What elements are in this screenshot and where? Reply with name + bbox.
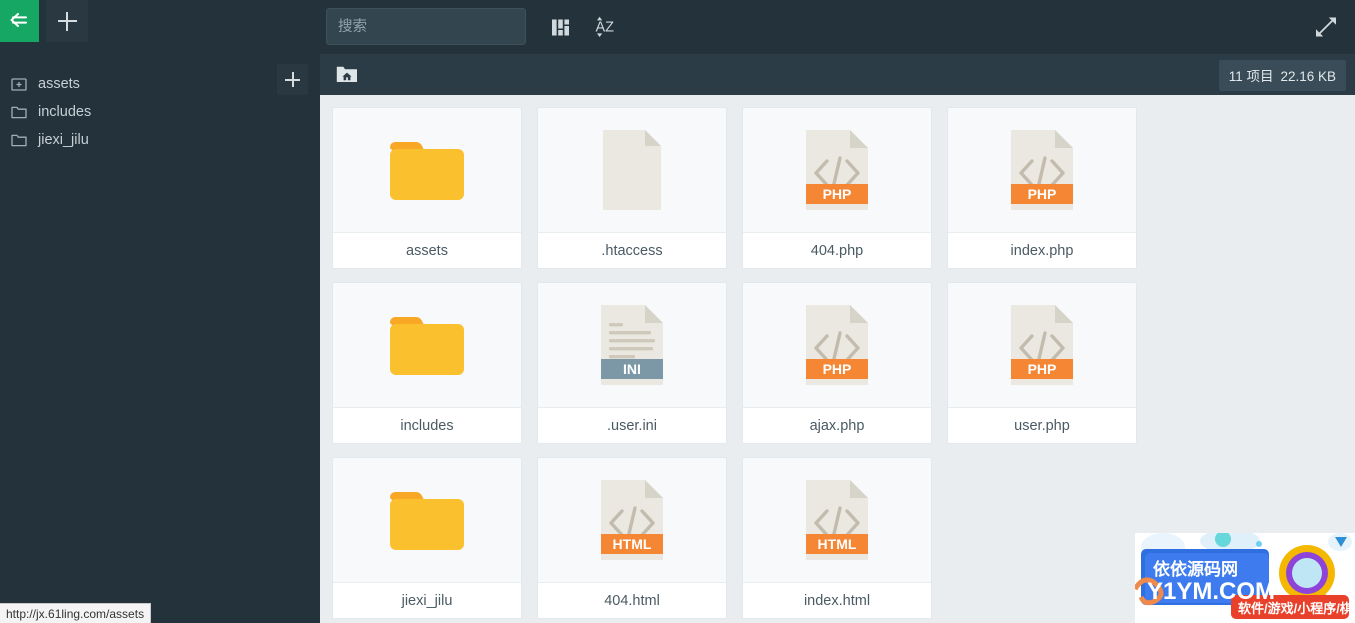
status-url: http://jx.61ling.com/assets [6, 606, 145, 621]
svg-text:PHP: PHP [1028, 361, 1057, 377]
item-count: 11 项目 [1228, 69, 1274, 84]
file-tile-icon: PHP [948, 283, 1136, 407]
file-tile-label: .user.ini [538, 407, 726, 443]
file-tile-icon: PHP [743, 108, 931, 232]
file-tile-label: 404.html [538, 582, 726, 618]
grid-view-icon [551, 19, 569, 35]
svg-text:HTML: HTML [613, 536, 652, 552]
file-tile-icon: HTML [538, 458, 726, 582]
sort-az-icon: AZ [596, 16, 615, 37]
file-tile[interactable]: PHP index.php [947, 107, 1137, 269]
sidebar-item-assets[interactable]: assets [0, 70, 320, 98]
file-tile-icon [333, 458, 521, 582]
file-manager-window: AZ [0, 0, 1355, 623]
folder-icon [390, 492, 464, 550]
search-input[interactable] [326, 8, 526, 45]
file-tile[interactable]: PHP user.php [947, 282, 1137, 444]
file-tile[interactable]: assets [332, 107, 522, 269]
html-file-icon: HTML [806, 480, 868, 560]
view-mode-button[interactable] [544, 10, 578, 44]
file-tile-label: ajax.php [743, 407, 931, 443]
breadcrumb-home-icon[interactable] [336, 65, 358, 84]
file-tile-icon: HTML [743, 458, 931, 582]
plus-icon [57, 11, 77, 31]
file-tile-icon: INI [538, 283, 726, 407]
file-tile-icon [333, 283, 521, 407]
svg-text:AZ: AZ [596, 20, 615, 36]
file-grid-container[interactable]: assets .htaccess PHP 404.php PHP index.php inc… [320, 95, 1355, 623]
browser-status-bar: http://jx.61ling.com/assets [0, 603, 152, 623]
php-file-icon: PHP [806, 130, 868, 210]
sidebar-item-jiexi-jilu[interactable]: jiexi_jilu [0, 126, 320, 154]
sidebar-item-label: jiexi_jilu [38, 132, 89, 148]
file-tile-label: includes [333, 407, 521, 443]
file-tile[interactable]: HTML index.html [742, 457, 932, 619]
sidebar-item-label: assets [38, 76, 80, 92]
file-tile-label: index.php [948, 232, 1136, 268]
sidebar: assets includes jiexi_jilu [0, 54, 320, 623]
sidebar-item-label: includes [38, 104, 92, 120]
folder-icon [390, 142, 464, 200]
file-tile-label: 404.php [743, 232, 931, 268]
search-field-wrapper [326, 8, 526, 45]
file-tile-label: .htaccess [538, 232, 726, 268]
file-tile-icon [538, 108, 726, 232]
back-button[interactable] [0, 0, 39, 42]
file-tile-label: user.php [948, 407, 1136, 443]
svg-text:INI: INI [623, 361, 641, 377]
ini-file-icon: INI [601, 305, 663, 385]
status-badge: 11 项目 22.16 KB [1218, 60, 1346, 91]
file-tile[interactable]: includes [332, 282, 522, 444]
file-tile[interactable]: HTML 404.html [537, 457, 727, 619]
file-tile[interactable]: PHP 404.php [742, 107, 932, 269]
file-tile-icon: PHP [948, 108, 1136, 232]
breadcrumb: 11 项目 22.16 KB [320, 54, 1355, 95]
folder-expandable-icon [11, 77, 29, 92]
sort-button[interactable]: AZ [590, 10, 624, 44]
svg-text:PHP: PHP [823, 361, 852, 377]
sidebar-item-includes[interactable]: includes [0, 98, 320, 126]
svg-text:HTML: HTML [818, 536, 857, 552]
file-tile-label: jiexi_jilu [333, 582, 521, 618]
file-tile[interactable]: PHP ajax.php [742, 282, 932, 444]
file-tile[interactable]: jiexi_jilu [332, 457, 522, 619]
file-tile-label: assets [333, 232, 521, 268]
total-size: 22.16 KB [1280, 69, 1336, 84]
sidebar-add-button[interactable] [277, 64, 308, 95]
toolbar: AZ [0, 0, 1355, 54]
file-tile-icon [333, 108, 521, 232]
file-grid: assets .htaccess PHP 404.php PHP index.php inc… [320, 95, 1355, 623]
back-arrow-icon [10, 13, 27, 27]
html-file-icon: HTML [601, 480, 663, 560]
folder-icon [11, 105, 29, 120]
folder-icon [11, 133, 29, 148]
folder-icon [390, 317, 464, 375]
expand-icon [1316, 17, 1336, 37]
blank-file-icon [603, 130, 661, 210]
svg-text:PHP: PHP [1028, 186, 1057, 202]
file-tile[interactable]: INI .user.ini [537, 282, 727, 444]
php-file-icon: PHP [806, 305, 868, 385]
file-tile-label: index.html [743, 582, 931, 618]
add-button[interactable] [46, 0, 88, 42]
file-tile-icon: PHP [743, 283, 931, 407]
file-tile[interactable]: .htaccess [537, 107, 727, 269]
php-file-icon: PHP [1011, 305, 1073, 385]
fullscreen-button[interactable] [1308, 9, 1344, 45]
plus-icon [285, 72, 300, 87]
svg-text:PHP: PHP [823, 186, 852, 202]
php-file-icon: PHP [1011, 130, 1073, 210]
